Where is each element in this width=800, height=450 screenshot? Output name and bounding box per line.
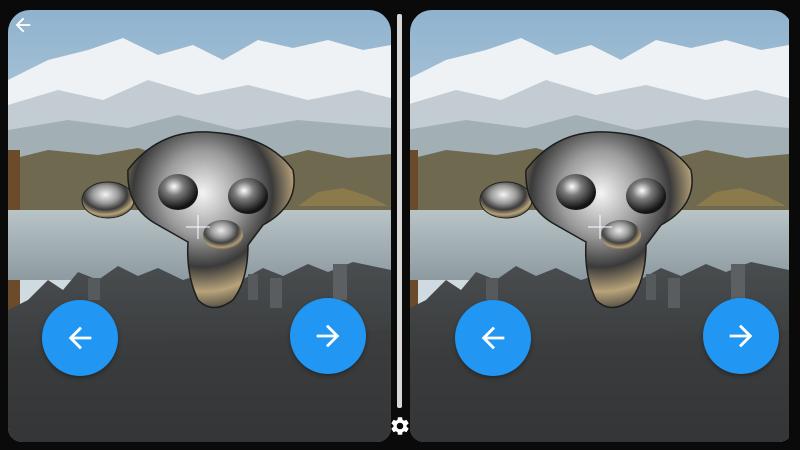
left-eye-scene xyxy=(8,10,391,442)
right-eye-scene xyxy=(410,10,790,442)
arrow-right-icon xyxy=(316,324,340,348)
right-eye-prev-button[interactable] xyxy=(455,300,531,376)
settings-button[interactable] xyxy=(388,414,412,438)
left-eye-prev-button[interactable] xyxy=(42,300,118,376)
arrow-left-icon xyxy=(481,326,505,350)
right-eye-viewport xyxy=(410,10,793,442)
arrow-left-icon xyxy=(15,17,31,33)
eye-divider xyxy=(397,14,402,408)
gear-icon xyxy=(391,417,409,435)
right-eye-next-button[interactable] xyxy=(703,298,779,374)
left-eye-viewport xyxy=(8,10,391,442)
arrow-right-icon xyxy=(729,324,753,348)
arrow-left-icon xyxy=(68,326,92,350)
back-button[interactable] xyxy=(8,10,38,40)
left-eye-next-button[interactable] xyxy=(290,298,366,374)
